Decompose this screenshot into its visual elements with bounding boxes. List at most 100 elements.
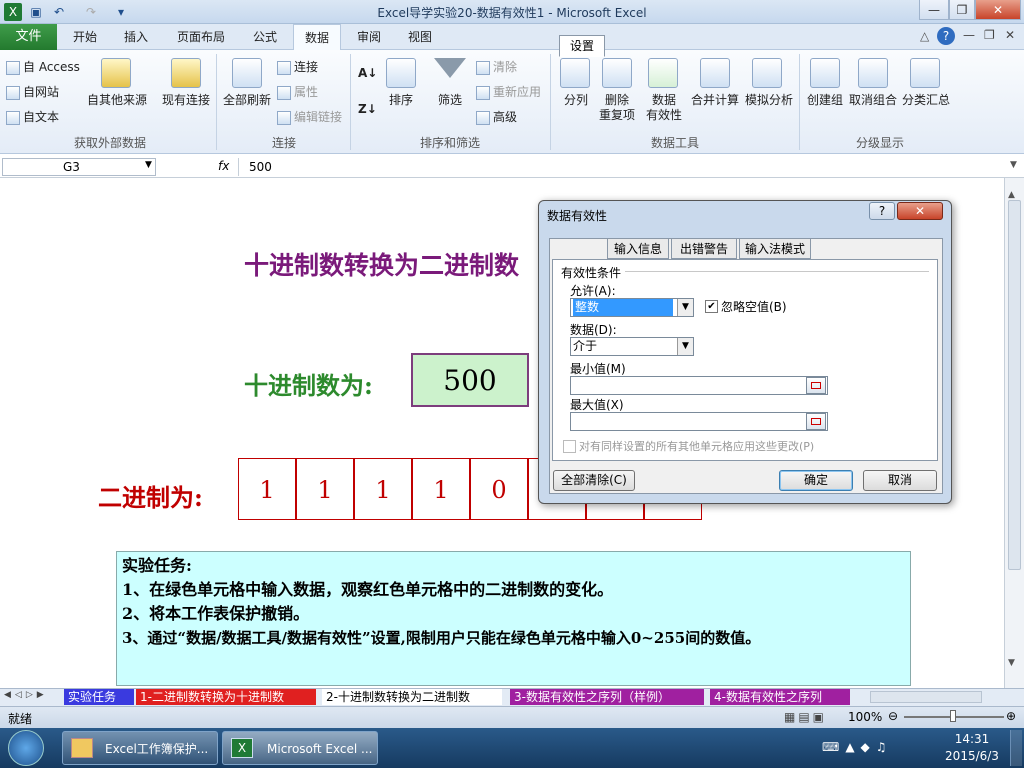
formula-input[interactable]: 500 <box>238 158 1004 176</box>
dialog-tab-settings[interactable]: 设置 <box>559 35 605 57</box>
cancel-button[interactable]: 取消 <box>863 470 937 491</box>
existing-connections-button[interactable]: 现有连接 <box>158 93 214 108</box>
tab-file[interactable]: 文件 <box>0 24 57 50</box>
properties-icon <box>277 85 291 100</box>
doc-minimize-icon[interactable]: — <box>963 28 975 42</box>
taskbar-item-excel[interactable]: X Microsoft Excel ... <box>222 731 378 765</box>
advanced-filter-button[interactable]: 高级 <box>476 110 517 125</box>
dialog-tab-input-message[interactable]: 输入信息 <box>607 238 669 259</box>
zoom-level[interactable]: 100% <box>848 710 882 724</box>
minimize-button[interactable]: — <box>919 0 949 20</box>
tab-view[interactable]: 视图 <box>398 24 442 50</box>
decimal-input-cell[interactable]: 500 <box>411 353 529 407</box>
expand-formula-icon[interactable]: ▼ <box>1010 160 1017 170</box>
vertical-scrollbar[interactable]: ▲ ▼ <box>1004 178 1024 688</box>
what-if-analysis-button[interactable]: 模拟分析 <box>742 93 796 108</box>
text-to-columns-button[interactable]: 分列 <box>556 93 596 108</box>
ungroup-button[interactable]: 取消组合 <box>846 93 900 108</box>
connections-icon <box>277 60 291 75</box>
consolidate-button[interactable]: 合并计算 <box>688 93 742 108</box>
criteria-label: 有效性条件 <box>561 266 622 280</box>
horizontal-scrollbar[interactable] <box>870 691 982 703</box>
allow-select[interactable]: 整数 ▼ <box>570 298 694 317</box>
zoom-out-icon[interactable]: ⊖ <box>888 709 898 723</box>
ok-button[interactable]: 确定 <box>779 470 853 491</box>
text-file-icon <box>6 110 20 125</box>
redo-icon[interactable]: ↷ <box>82 3 100 21</box>
dialog-close-button[interactable]: ✕ <box>897 202 943 220</box>
zoom-in-icon[interactable]: ⊕ <box>1006 709 1016 723</box>
sheet-tab-bin-to-dec[interactable]: 1-二进制数转换为十进制数 <box>136 689 316 705</box>
scroll-up-icon[interactable]: ▲ <box>1008 190 1015 200</box>
filter-button[interactable]: 筛选 <box>430 93 470 108</box>
tab-data[interactable]: 数据 <box>293 24 341 50</box>
ignore-blank-checkbox[interactable]: ✔ <box>705 300 718 313</box>
chevron-down-icon[interactable]: ▼ <box>677 299 693 316</box>
remove-duplicates-button[interactable]: 删除 重复项 <box>596 93 638 123</box>
sheet-tab-task[interactable]: 实验任务 <box>64 689 134 705</box>
chevron-down-icon[interactable]: ▼ <box>677 338 693 355</box>
undo-icon[interactable]: ↶ <box>50 3 68 21</box>
create-group-button[interactable]: 创建组 <box>804 93 846 108</box>
tray-icons[interactable]: ⌨▲◆♫ <box>822 740 893 754</box>
tab-insert[interactable]: 插入 <box>114 24 158 50</box>
reapply-button[interactable]: 重新应用 <box>476 85 541 100</box>
dialog-tab-ime-mode[interactable]: 输入法模式 <box>739 238 811 259</box>
scroll-thumb[interactable] <box>1008 200 1021 570</box>
range-picker-icon[interactable] <box>806 377 826 394</box>
name-box-dropdown-icon[interactable]: ▼ <box>145 160 152 170</box>
from-text-button[interactable]: 自文本 <box>6 110 59 125</box>
connections-button[interactable]: 连接 <box>277 60 318 75</box>
tab-review[interactable]: 审阅 <box>348 24 390 50</box>
other-sources-icon <box>101 58 131 88</box>
sheet-tab-dec-to-bin[interactable]: 2-十进制数转换为二进制数 <box>322 689 502 705</box>
other-sources-button[interactable]: 自其他来源 <box>86 93 148 108</box>
group-label-sort-filter: 排序和筛选 <box>419 136 480 150</box>
scroll-down-icon[interactable]: ▼ <box>1008 658 1015 668</box>
dialog-tab-error-alert[interactable]: 出错警告 <box>671 238 737 259</box>
customize-qat-icon[interactable]: ▾ <box>112 3 130 21</box>
properties-button[interactable]: 属性 <box>277 85 318 100</box>
help-icon[interactable]: ? <box>937 27 955 45</box>
clock-time[interactable]: 14:31 <box>944 732 1000 746</box>
close-button[interactable]: ✕ <box>975 0 1021 20</box>
tab-page-layout[interactable]: 页面布局 <box>168 24 234 50</box>
sheet-nav-arrows-icon[interactable]: ◀◁▷▶ <box>4 690 48 700</box>
taskbar-item-folder[interactable]: Excel工作簿保护... <box>62 731 218 765</box>
sheet-tab-list[interactable]: 4-数据有效性之序列 <box>710 689 850 705</box>
tab-home[interactable]: 开始 <box>62 24 108 50</box>
data-validation-button[interactable]: 数据 有效性 <box>638 93 690 123</box>
sheet-tab-list-sample[interactable]: 3-数据有效性之序列（样例） <box>510 689 704 705</box>
minimize-ribbon-icon[interactable]: △ <box>920 29 929 43</box>
from-web-button[interactable]: 自网站 <box>6 85 59 100</box>
apply-all-checkbox[interactable] <box>563 440 576 453</box>
edit-links-button[interactable]: 编辑链接 <box>277 110 342 125</box>
subtotal-button[interactable]: 分类汇总 <box>899 93 953 108</box>
sort-button[interactable]: 排序 <box>381 93 421 108</box>
zoom-slider-thumb[interactable] <box>950 710 956 722</box>
access-icon <box>6 60 20 75</box>
restore-button[interactable]: ❐ <box>949 0 975 20</box>
clear-filter-button[interactable]: 清除 <box>476 60 517 75</box>
clear-all-button[interactable]: 全部清除(C) <box>553 470 635 491</box>
insert-function-button[interactable]: fx <box>218 159 229 173</box>
doc-restore-icon[interactable]: ❐ <box>984 28 995 42</box>
sort-az-icon[interactable]: A↓ <box>358 66 377 81</box>
max-value-input[interactable] <box>570 412 828 431</box>
show-desktop-button[interactable] <box>1010 730 1022 766</box>
view-mode-icons[interactable]: ▦▤▣ <box>784 710 827 724</box>
dialog-help-button[interactable]: ? <box>869 202 895 220</box>
range-picker-icon[interactable] <box>806 413 826 430</box>
from-access-button[interactable]: 自 Access <box>6 60 80 75</box>
data-operator-select[interactable]: 介于 ▼ <box>570 337 694 356</box>
name-box[interactable]: G3 <box>2 158 156 176</box>
refresh-all-button[interactable]: 全部刷新 <box>220 93 274 108</box>
min-value-input[interactable] <box>570 376 828 395</box>
tab-formulas[interactable]: 公式 <box>244 24 286 50</box>
sort-za-icon[interactable]: Z↓ <box>358 102 377 117</box>
clock-date[interactable]: 2015/6/3 <box>940 749 1004 763</box>
doc-close-icon[interactable]: ✕ <box>1005 28 1015 42</box>
group-label-outline: 分级显示 <box>855 136 904 150</box>
start-button[interactable] <box>8 730 44 766</box>
save-icon[interactable]: ▣ <box>27 3 45 21</box>
